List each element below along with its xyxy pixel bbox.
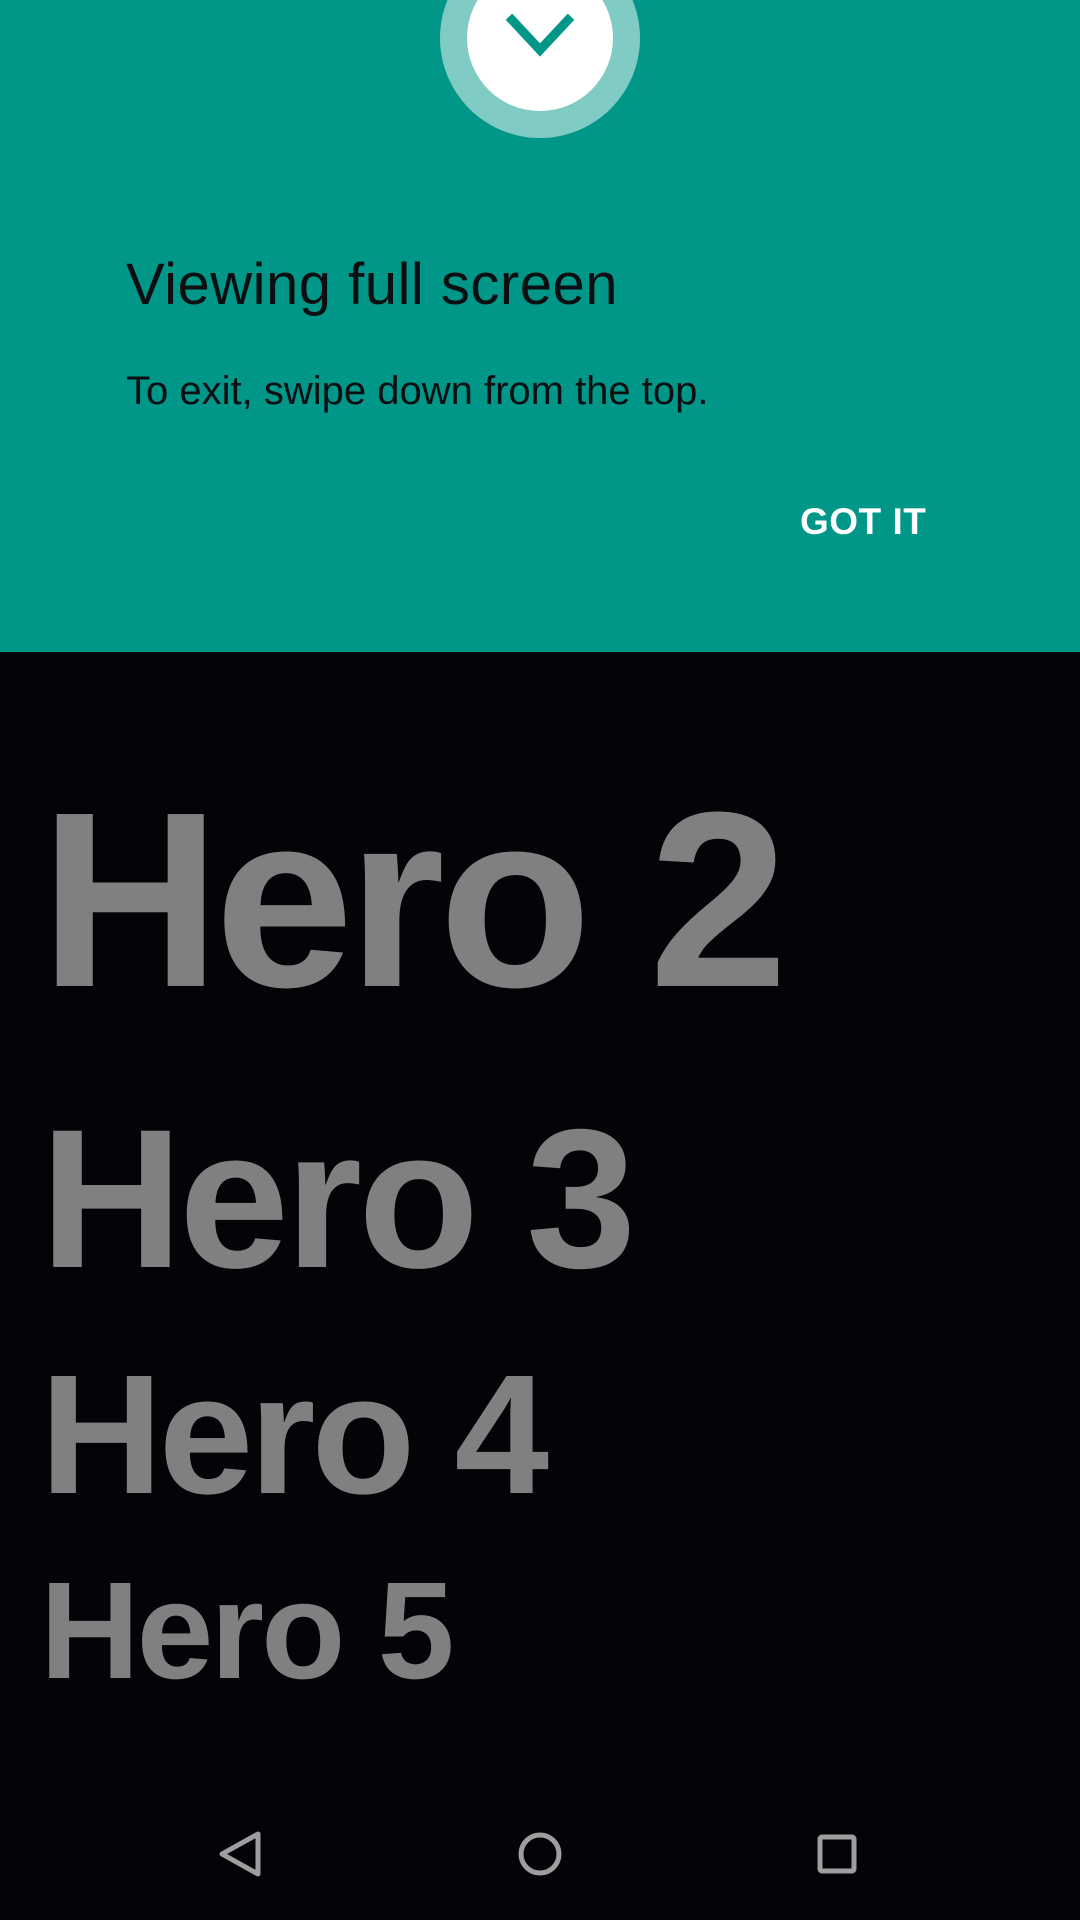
back-triangle-icon	[219, 1831, 261, 1877]
hero-2-text: Hero 2	[40, 760, 788, 1039]
swipe-hint-indicator	[440, 0, 640, 138]
hero-5-text: Hero 5	[40, 1554, 454, 1708]
hero-4-text: Hero 4	[40, 1340, 549, 1530]
hero-3-text: Hero 3	[40, 1088, 636, 1309]
swipe-hint-circle	[467, 0, 613, 111]
home-button[interactable]	[500, 1814, 580, 1894]
recents-button[interactable]	[797, 1814, 877, 1894]
got-it-button[interactable]: GOT IT	[786, 494, 940, 550]
immersive-mode-banner: Viewing full screen To exit, swipe down …	[0, 0, 1080, 652]
banner-title: Viewing full screen	[126, 252, 619, 317]
navigation-bar	[0, 1788, 1080, 1920]
chevron-down-icon	[506, 13, 574, 57]
home-circle-icon	[518, 1832, 562, 1876]
screen: Viewing full screen To exit, swipe down …	[0, 0, 1080, 1920]
recents-square-icon	[817, 1834, 857, 1874]
back-button[interactable]	[201, 1814, 281, 1894]
banner-message: To exit, swipe down from the top.	[126, 369, 709, 413]
